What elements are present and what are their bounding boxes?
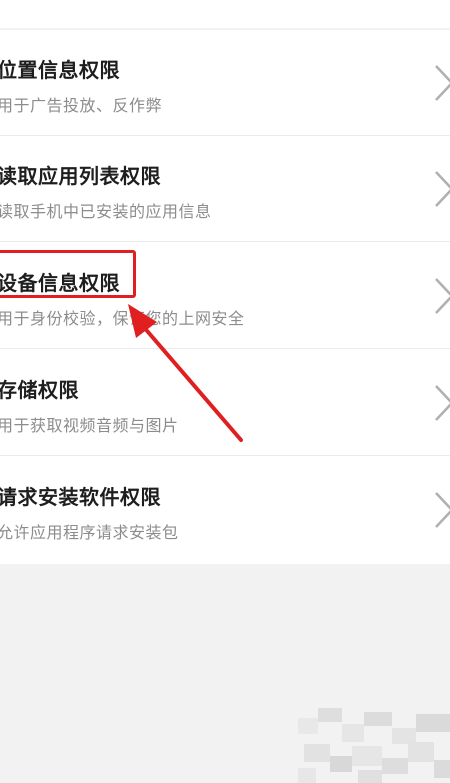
annotation-highlight-box	[0, 250, 136, 298]
permission-description: 用于获取视频音频与图片	[0, 416, 179, 435]
permission-description: 用于广告投放、反作弊	[0, 96, 163, 115]
permission-description: 允许应用程序请求安装包	[0, 523, 179, 542]
permission-title: 读取应用列表权限	[0, 164, 161, 188]
permission-title: 存储权限	[0, 378, 79, 402]
chevron-right-icon	[435, 171, 450, 207]
chevron-right-icon	[435, 278, 450, 314]
top-section-edge	[0, 0, 450, 28]
chevron-right-icon	[435, 385, 450, 421]
permission-item-install-packages[interactable]: 请求安装软件权限 允许应用程序请求安装包	[0, 457, 450, 563]
permission-item-location[interactable]: 位置信息权限 用于广告投放、反作弊	[0, 30, 450, 136]
chevron-right-icon	[435, 492, 450, 528]
permission-description: 用于身份校验，保证您的上网安全	[0, 309, 245, 328]
permission-description: 读取手机中已安装的应用信息	[0, 202, 212, 221]
watermark-pattern	[298, 708, 450, 783]
chevron-right-icon	[435, 65, 450, 101]
permission-title: 位置信息权限	[0, 58, 120, 82]
permission-item-app-list[interactable]: 读取应用列表权限 读取手机中已安装的应用信息	[0, 136, 450, 242]
permission-title: 请求安装软件权限	[0, 485, 161, 509]
permission-item-storage[interactable]: 存储权限 用于获取视频音频与图片	[0, 350, 450, 456]
